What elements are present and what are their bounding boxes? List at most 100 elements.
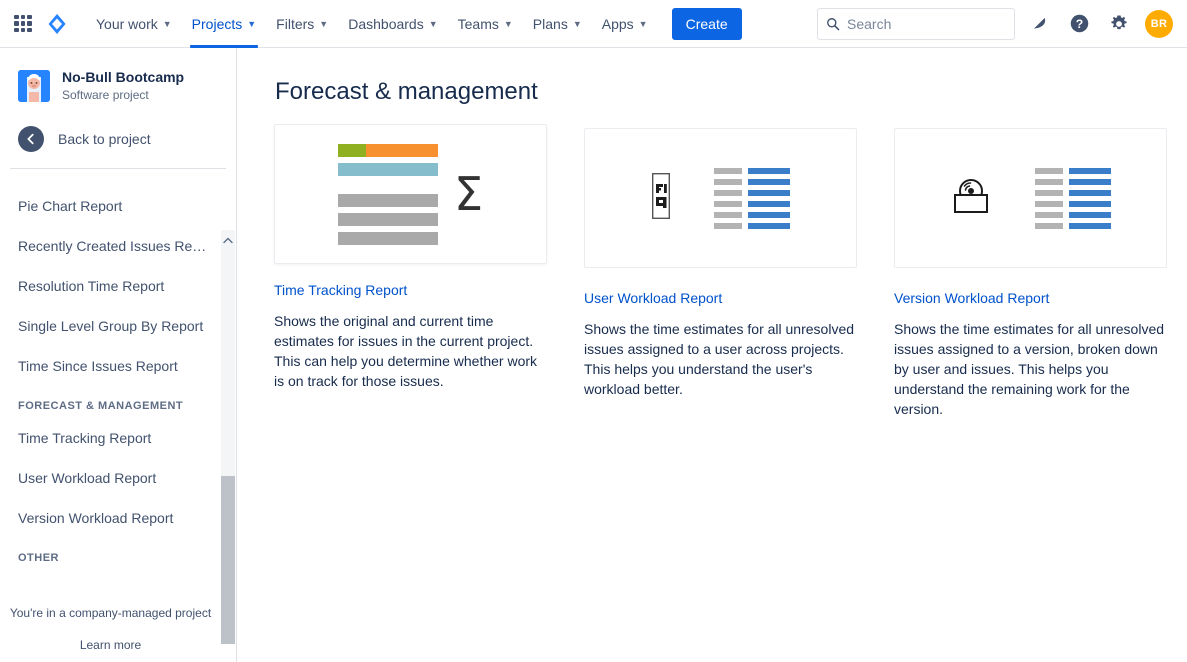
sigma-sum-icon: Σ	[454, 171, 483, 217]
arrow-left-icon	[18, 126, 44, 152]
user-avatar[interactable]: BR	[1145, 10, 1173, 38]
nav-item-plans[interactable]: Plans ▼	[523, 0, 592, 48]
time-tracking-thumbnail[interactable]: Σ	[274, 124, 547, 264]
sidebar-item-pie-chart-report[interactable]: Pie Chart Report	[0, 186, 221, 226]
workload-row	[1035, 212, 1111, 218]
sidebar-footer: You're in a company-managed project Lear…	[0, 604, 221, 654]
row-value-bar	[748, 201, 790, 207]
jira-logo-icon[interactable]	[44, 11, 70, 37]
bar-spacer	[338, 182, 438, 188]
workload-row	[714, 168, 790, 174]
nav-item-teams[interactable]: Teams ▼	[448, 0, 523, 48]
workload-row	[1035, 223, 1111, 229]
nav-item-apps[interactable]: Apps ▼	[592, 0, 658, 48]
user-workload-thumbnail[interactable]	[584, 128, 857, 268]
row-value-bar	[1069, 179, 1111, 185]
nav-item-label: Teams	[458, 16, 499, 32]
row-label-bar	[714, 179, 742, 185]
row-value-bar	[748, 190, 790, 196]
row-value-bar	[1069, 201, 1111, 207]
chevron-down-icon: ▼	[639, 19, 648, 29]
row-label-bar	[1035, 190, 1063, 196]
sidebar-section-forecast-management: FORECAST & MANAGEMENT	[0, 386, 221, 418]
chevron-down-icon: ▼	[573, 19, 582, 29]
chevron-up-icon[interactable]	[221, 232, 235, 248]
project-type: Software project	[62, 87, 184, 104]
nav-item-filters[interactable]: Filters ▼	[266, 0, 338, 48]
row-value-bar	[748, 212, 790, 218]
report-card-description: Shows the time estimates for all unresol…	[894, 319, 1167, 419]
nav-item-dashboards[interactable]: Dashboards ▼	[338, 0, 447, 48]
project-header[interactable]: No-Bull Bootcamp Software project	[0, 48, 236, 104]
workload-row	[714, 223, 790, 229]
project-name: No-Bull Bootcamp	[62, 68, 184, 86]
report-card-title[interactable]: Time Tracking Report	[274, 282, 407, 298]
sidebar-item-user-workload-report[interactable]: User Workload Report	[0, 458, 221, 498]
row-value-bar	[1069, 212, 1111, 218]
user-badge-icon	[652, 173, 670, 224]
sidebar-item-resolution-time-report[interactable]: Resolution Time Report	[0, 266, 221, 306]
chevron-down-icon: ▼	[163, 19, 172, 29]
back-to-project-button[interactable]: Back to project	[0, 104, 236, 152]
nav-item-your-work[interactable]: Your work ▼	[86, 0, 182, 48]
report-card-title[interactable]: User Workload Report	[584, 290, 722, 306]
search-box[interactable]	[817, 8, 1015, 40]
report-card-description: Shows the original and current time esti…	[274, 311, 547, 391]
sidebar-item-version-workload-report[interactable]: Version Workload Report	[0, 498, 221, 538]
project-sidebar: No-Bull Bootcamp Software project Back t…	[0, 48, 237, 662]
report-card-description: Shows the time estimates for all unresol…	[584, 319, 857, 399]
row-label-bar	[1035, 179, 1063, 185]
sidebar-item-time-since-issues-report[interactable]: Time Since Issues Report	[0, 346, 221, 386]
sidebar-scrollbar-thumb[interactable]	[221, 476, 235, 644]
workload-row	[714, 179, 790, 185]
report-card-version-workload: Version Workload Report Shows the time e…	[894, 128, 1167, 419]
workload-row	[714, 212, 790, 218]
row-label-bar	[1035, 201, 1063, 207]
report-card-title[interactable]: Version Workload Report	[894, 290, 1049, 306]
workload-row	[1035, 190, 1111, 196]
sidebar-divider	[10, 168, 226, 169]
nav-item-label: Plans	[533, 16, 568, 32]
bar-row-gray-3	[338, 232, 438, 245]
bar-row-estimate	[338, 144, 438, 157]
page-title: Forecast & management	[237, 48, 1187, 106]
workload-row	[1035, 201, 1111, 207]
help-question-icon[interactable]: ?	[1063, 8, 1095, 40]
settings-gear-icon[interactable]	[1103, 8, 1135, 40]
workload-row	[714, 190, 790, 196]
chevron-down-icon: ▼	[319, 19, 328, 29]
bar-segment-blue	[338, 163, 438, 176]
sidebar-item-single-level-group-by-report[interactable]: Single Level Group By Report	[0, 306, 221, 346]
sidebar-item-recently-created-issues-report[interactable]: Recently Created Issues Re…	[0, 226, 221, 266]
project-meta: No-Bull Bootcamp Software project	[62, 68, 184, 104]
version-workload-thumbnail[interactable]	[894, 128, 1167, 268]
row-label-bar	[714, 190, 742, 196]
bar-segment-gray	[338, 213, 438, 226]
bar-segment-orange	[366, 144, 438, 157]
time-tracking-graphic: Σ	[338, 144, 483, 245]
row-label-bar	[714, 201, 742, 207]
row-label-bar	[1035, 168, 1063, 174]
main-content: Forecast & management	[237, 48, 1187, 662]
row-label-bar	[714, 223, 742, 229]
row-value-bar	[748, 179, 790, 185]
chevron-down-icon: ▼	[247, 19, 256, 29]
nav-item-projects[interactable]: Projects ▼	[182, 0, 267, 48]
sidebar-item-time-tracking-report[interactable]: Time Tracking Report	[0, 418, 221, 458]
notification-bell-icon[interactable]	[1023, 8, 1055, 40]
bar-segment-green	[338, 144, 366, 157]
bar-row-blue	[338, 163, 438, 176]
row-value-bar	[748, 168, 790, 174]
bar-row-gray-1	[338, 194, 438, 207]
search-input[interactable]	[847, 16, 997, 32]
svg-text:?: ?	[1075, 17, 1082, 31]
learn-more-link[interactable]: Learn more	[0, 636, 221, 654]
nav-item-label: Projects	[192, 16, 243, 32]
apps-grid-icon[interactable]	[12, 13, 34, 35]
back-to-project-label: Back to project	[58, 131, 151, 147]
row-value-bar	[1069, 168, 1111, 174]
report-card-grid: Σ Time Tracking Report Shows the origina…	[237, 106, 1187, 419]
workload-row	[714, 201, 790, 207]
workload-row-list	[714, 168, 790, 229]
create-button[interactable]: Create	[672, 8, 742, 40]
